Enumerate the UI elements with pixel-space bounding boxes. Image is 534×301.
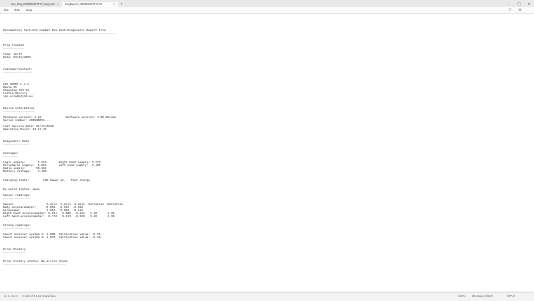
menu-edit[interactable]: Edit (12, 8, 23, 12)
character-count: 3,144 of 3,144 characters (22, 295, 56, 298)
text-line: Operation Hours: 23.17.32 (3, 127, 47, 131)
text-line: ----------------- (3, 70, 33, 74)
menu-bar: File Edit View (0, 7, 534, 14)
tab-strip: Sub_Diag_DB5B8D4E3F1F_Diagnostics × DiagRe… (8, 1, 118, 7)
new-tab-icon[interactable]: + (120, 2, 123, 6)
tab-1[interactable]: Sub_Diag_DB5B8D4E3F1F_Diagnostics × (8, 2, 62, 7)
title-bar: Sub_Diag_DB5B8D4E3F1F_Diagnostics × DiagRe… (0, 0, 534, 7)
text-line: Ew solid status: open (3, 187, 40, 191)
text-line: ------------------------------------ (3, 262, 66, 266)
text-line: Date: 03/21/2055 (3, 55, 31, 59)
format-icon[interactable]: ℱ (507, 7, 513, 13)
zoom-level[interactable]: 100% (458, 295, 465, 298)
close-tab-icon[interactable]: × (113, 3, 115, 6)
text-line: jon.arce@idjhd.ou (3, 94, 33, 98)
settings-gear-icon[interactable]: ⚙ (517, 7, 523, 13)
cursor-position: Ln 1, Col 1 (4, 295, 18, 298)
text-line: ---------------- (3, 226, 31, 230)
text-line: --------- (3, 154, 19, 158)
minimize-icon[interactable]: – (504, 0, 514, 7)
text-editor[interactable]: Documentary Tech-Kit Combat Eva 2110 Dia… (0, 14, 534, 291)
menu-view[interactable]: View (23, 8, 35, 12)
text-line: Left hand accelerometer: 0.772 0.413 -0.… (3, 214, 115, 218)
text-line: --------------- (3, 142, 30, 146)
tab-label: Sub_Diag_DB5B8D4E3F1F_Diagnostics (11, 2, 55, 6)
text-line: ---------------- (3, 196, 31, 200)
text-line: Charging state: LOO Power ok, Fast charg… (3, 178, 91, 182)
text-line: ------------- (3, 250, 26, 254)
close-window-icon[interactable]: ✕ (524, 0, 534, 7)
close-tab-icon[interactable]: × (57, 3, 59, 6)
maximize-icon[interactable]: □ (514, 0, 524, 7)
encoding[interactable]: UTF-8 (507, 295, 515, 298)
line-ending[interactable]: Windows (CRLF) (472, 295, 493, 298)
menu-file[interactable]: File (1, 8, 12, 12)
text-line: ------------ (3, 46, 24, 50)
text-line: ------------------ (3, 109, 35, 113)
text-line: Sound receiver system 2: 1.078 Calibrati… (3, 235, 101, 239)
text-line: ----------------------------------------… (3, 31, 117, 35)
text-line: Battery voltage: 3.166 (3, 169, 47, 173)
text-line: Serial number: 208948051... (3, 118, 50, 122)
tab-label: DiagReport_DB5B8D4E3F1F.txt (65, 2, 103, 6)
tab-2[interactable]: DiagReport_DB5B8D4E3F1F.txt × (62, 1, 118, 7)
